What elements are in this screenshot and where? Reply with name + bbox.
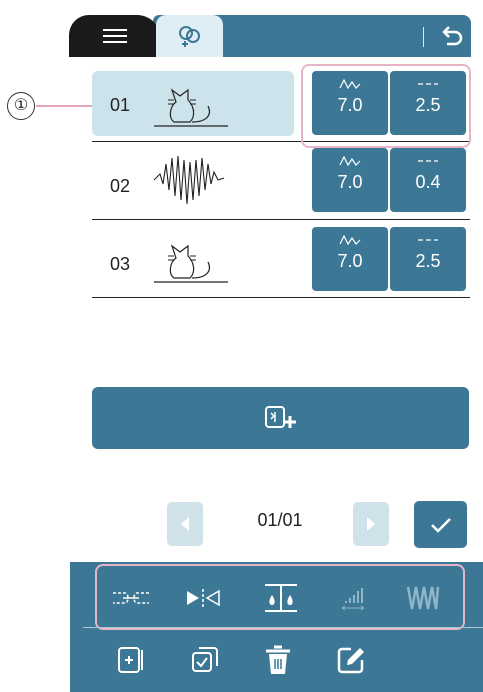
left-arrow-icon (181, 517, 189, 531)
size-bars-button[interactable] (330, 580, 376, 616)
chain-button[interactable] (108, 580, 154, 616)
check-icon (430, 517, 451, 533)
add-pattern-button[interactable] (92, 387, 469, 449)
density-button[interactable] (258, 578, 304, 618)
zigzag-width-icon (339, 235, 361, 245)
delete-button[interactable] (255, 640, 301, 680)
zigzag-width-icon (339, 156, 361, 166)
tab-linked-patterns[interactable] (156, 15, 223, 57)
triple-stitch-icon (406, 586, 440, 610)
callout-marker: ① (7, 92, 35, 120)
dashed-length-icon (418, 239, 438, 241)
toolbar-divider (83, 627, 483, 628)
insert-button[interactable] (108, 640, 154, 680)
delete-icon (266, 645, 290, 674)
linked-patterns-icon (178, 26, 200, 47)
row-number: 03 (110, 254, 131, 274)
dashed-length-icon (418, 160, 438, 162)
width-param[interactable]: 7.0 (312, 227, 388, 291)
zigzag-heart-icon (153, 155, 225, 205)
right-arrow-icon (367, 517, 375, 531)
edit-button[interactable] (328, 640, 374, 680)
row-number: 02 (110, 176, 131, 196)
edit-icon (337, 647, 364, 674)
length-param[interactable]: 2.5 (390, 71, 466, 135)
callout-line (36, 105, 94, 107)
confirm-button[interactable] (414, 501, 467, 548)
duplicate-icon (192, 647, 218, 672)
page-indicator: 01/01 (257, 510, 303, 530)
row-number: 01 (110, 95, 131, 115)
width-param[interactable]: 7.0 (312, 71, 388, 135)
size-bars-icon (341, 588, 365, 611)
chain-icon (113, 592, 149, 604)
toolbar-separator (423, 27, 424, 47)
length-param[interactable]: 0.4 (390, 148, 466, 212)
dashed-length-icon (418, 83, 438, 85)
hamburger-icon (103, 25, 127, 47)
length-param[interactable]: 2.5 (390, 227, 466, 291)
duplicate-button[interactable] (182, 640, 228, 680)
insert-icon (118, 647, 143, 673)
row-divider (92, 297, 470, 298)
prev-page-button[interactable] (167, 502, 203, 546)
mirror-flip-button[interactable] (180, 580, 226, 616)
cat-outline-icon (154, 88, 228, 127)
next-page-button[interactable] (353, 502, 389, 546)
add-pattern-icon (264, 406, 296, 428)
density-icon (265, 584, 297, 612)
mirror-flip-icon (187, 589, 220, 607)
zigzag-width-icon (339, 79, 361, 89)
triple-stitch-button[interactable] (400, 580, 446, 616)
cat-outline-icon (154, 244, 228, 283)
menu-button[interactable] (69, 15, 161, 57)
undo-icon[interactable] (437, 22, 465, 50)
row-divider (92, 219, 470, 220)
width-param[interactable]: 7.0 (312, 148, 388, 212)
